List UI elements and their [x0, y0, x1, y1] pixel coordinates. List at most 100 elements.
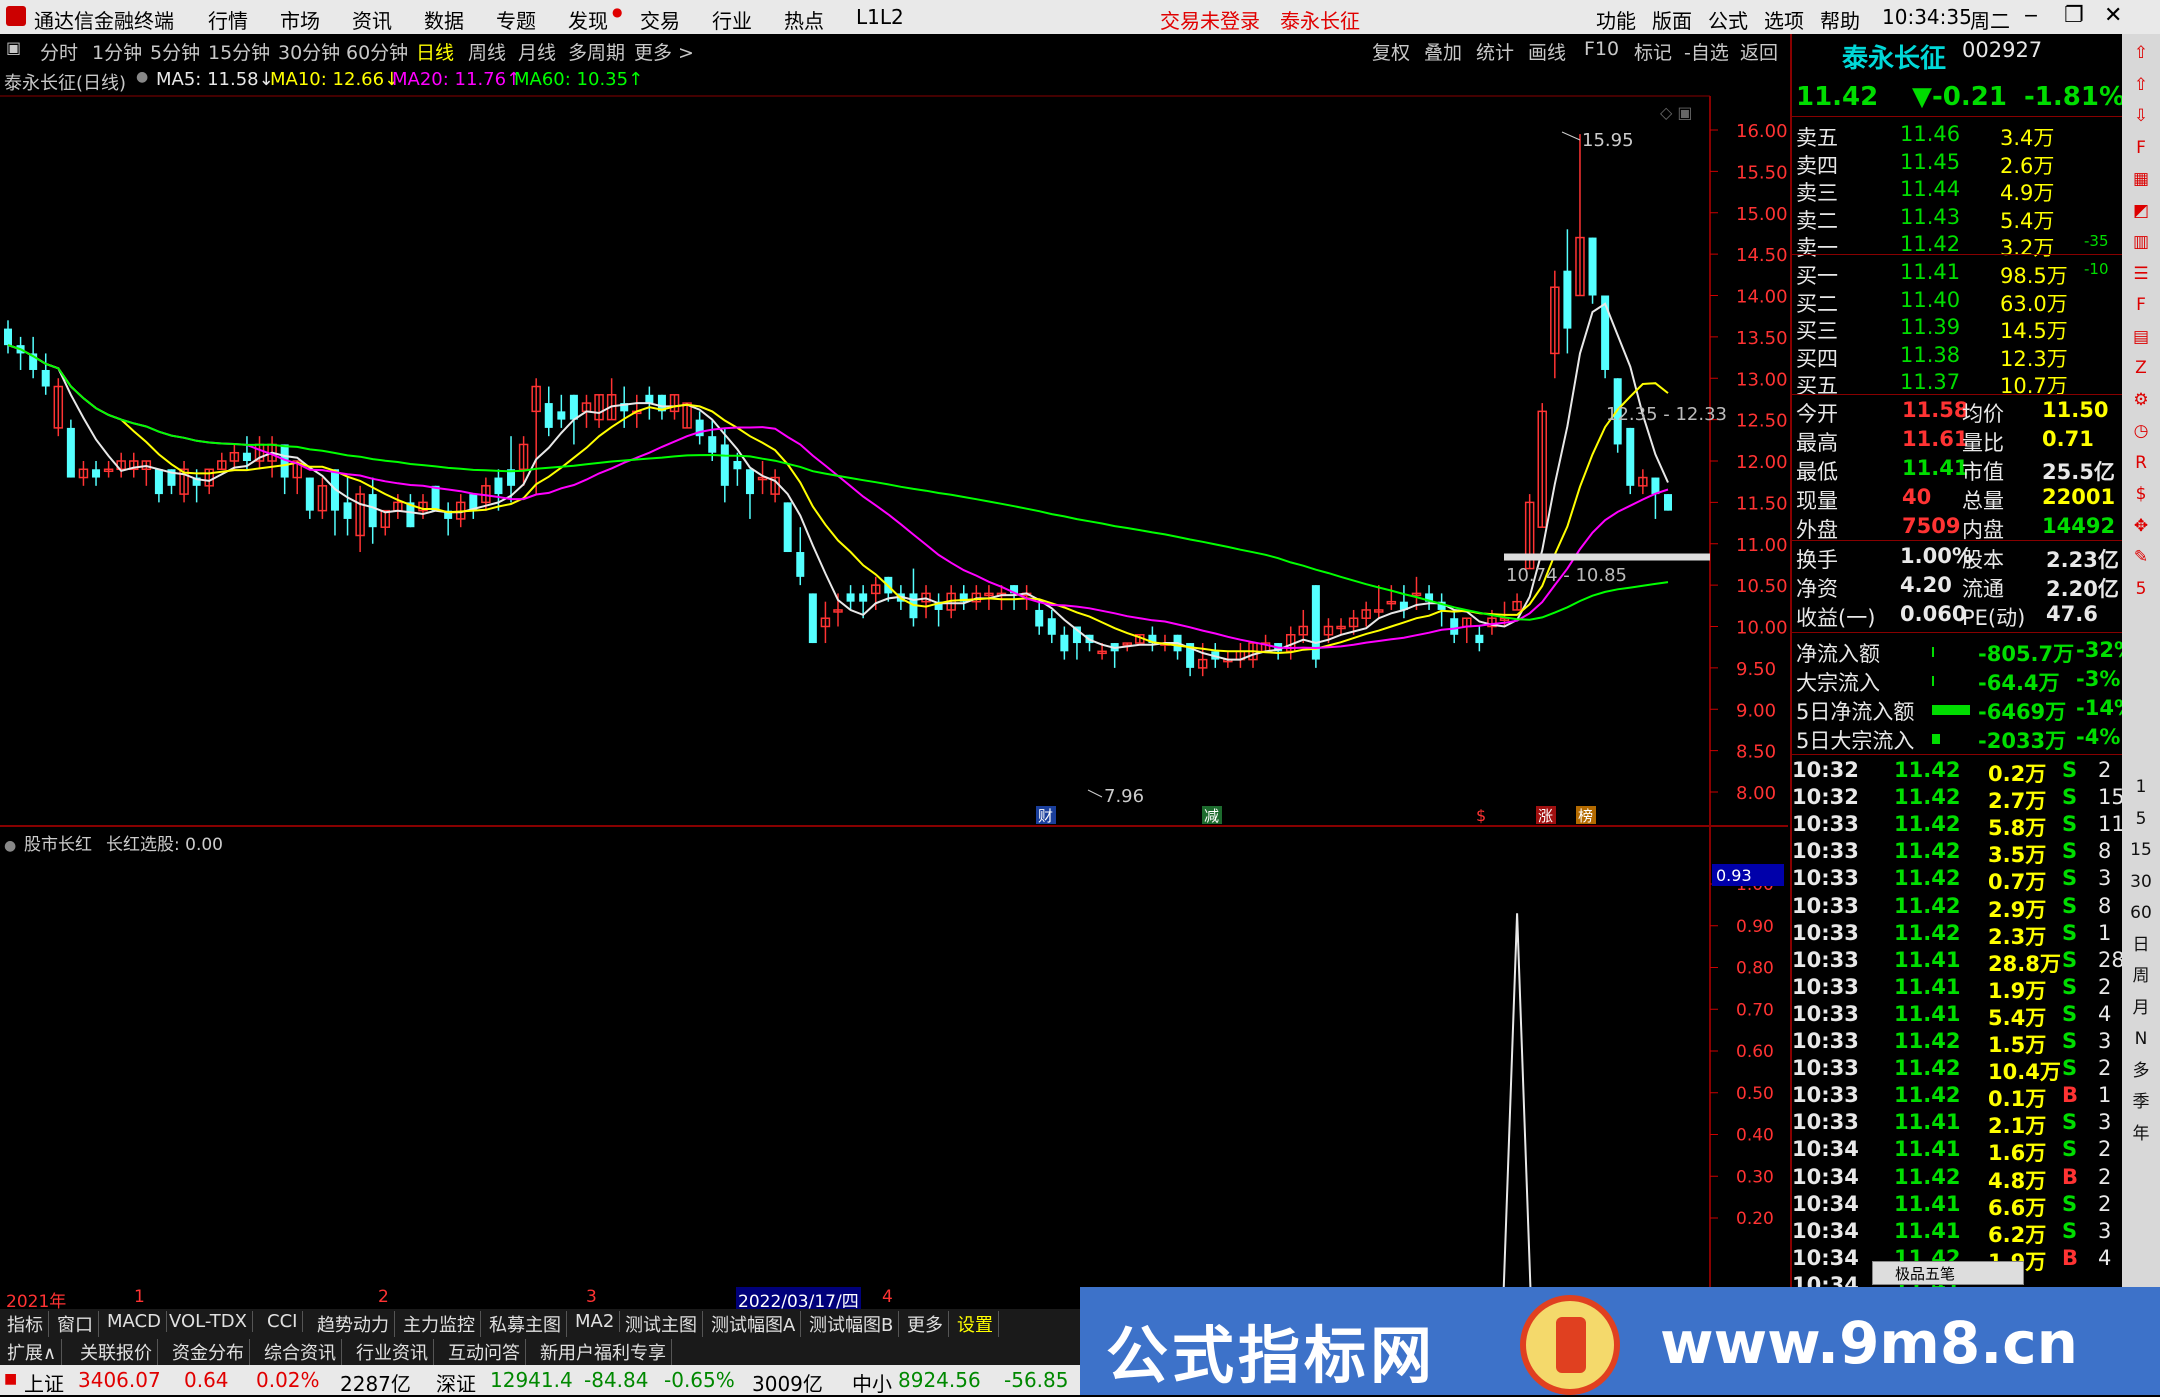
tool-button[interactable]: 统计 — [1476, 38, 1514, 65]
tool-button[interactable]: 复权 — [1372, 38, 1410, 65]
tool-button[interactable]: F10 — [1584, 38, 1619, 60]
indicator-tab[interactable]: 主力监控 — [398, 1311, 481, 1337]
tool-button[interactable]: 叠加 — [1424, 38, 1462, 65]
menu-item[interactable]: 市场 — [280, 5, 320, 34]
login-notice[interactable]: 交易未登录 — [1160, 5, 1260, 34]
indicator-tab[interactable]: 窗口 — [52, 1311, 99, 1337]
dollar-icon[interactable]: $ — [2128, 481, 2154, 507]
bars-icon[interactable]: ▥ — [2128, 229, 2154, 255]
side-period-label[interactable]: 周 — [2128, 963, 2154, 989]
extension-tab[interactable]: 行业资讯 — [351, 1339, 434, 1365]
extension-tab[interactable]: 扩展∧ — [2, 1339, 63, 1365]
indicator-tab[interactable]: CCI — [262, 1311, 304, 1332]
pen-icon[interactable]: ✎ — [2128, 544, 2154, 570]
candlestick-chart[interactable]: 16.00 15.50 15.00 14.50 14.00 13.50 13.00 12.50… — [0, 62, 1788, 1287]
period-more[interactable]: 更多 > — [634, 38, 694, 65]
chart-icon[interactable]: ◩ — [2128, 198, 2154, 224]
indicator-tab[interactable]: MACD — [102, 1311, 167, 1332]
sh-label[interactable]: 上证 — [24, 1368, 64, 1397]
zx-label[interactable]: 中小 — [852, 1368, 892, 1397]
period-tab[interactable]: 5分钟 — [150, 38, 200, 65]
tool-button[interactable]: 标记 — [1634, 38, 1672, 65]
period-tab[interactable]: 60分钟 — [346, 38, 408, 65]
menu-item[interactable]: 发现 — [568, 5, 608, 34]
menu-item[interactable]: 选项 — [1764, 5, 1804, 34]
side-period-label[interactable]: 日 — [2128, 932, 2154, 958]
indicator-tab[interactable]: 趋势动力 — [312, 1311, 395, 1337]
tool-button[interactable]: 画线 — [1528, 38, 1566, 65]
menu-item[interactable]: 帮助 — [1820, 5, 1860, 34]
event-marker-dollar[interactable]: $ — [1476, 806, 1486, 825]
table-icon[interactable]: ▤ — [2128, 324, 2154, 350]
extension-tab[interactable]: 综合资讯 — [259, 1339, 342, 1365]
menu-item[interactable]: 版面 — [1652, 5, 1692, 34]
toggle-icon[interactable]: ▣ — [6, 38, 21, 57]
side-period-label[interactable]: 15 — [2128, 837, 2154, 863]
extension-tab[interactable]: 新用户福利专享 — [535, 1339, 672, 1365]
side-period-label[interactable]: 月 — [2128, 995, 2154, 1021]
menu-item[interactable]: 资讯 — [352, 5, 392, 34]
chart-resize-icon[interactable]: ◇ ▣ — [1660, 103, 1693, 122]
restore-icon[interactable]: ❐ — [2064, 3, 2084, 28]
down-arrow[interactable]: ⇩ — [2128, 103, 2154, 129]
high-annotation: 15.95 — [1561, 130, 1634, 151]
move-icon[interactable]: ✥ — [2128, 513, 2154, 539]
period-tab-active[interactable]: 日线 — [416, 38, 454, 65]
period-tab[interactable]: 15分钟 — [208, 38, 270, 65]
side-period-label[interactable]: 1 — [2128, 774, 2154, 800]
gear-icon[interactable]: ⚙ — [2128, 387, 2154, 413]
ime-toolbar[interactable]: 极品五笔 — [1872, 1261, 2024, 1285]
extension-tab[interactable]: 互动问答 — [443, 1339, 526, 1365]
indicator-tab[interactable]: 测试幅图A — [706, 1311, 802, 1337]
menu-item[interactable]: 专题 — [496, 5, 536, 34]
side-period-label[interactable]: 30 — [2128, 869, 2154, 895]
extension-tab[interactable]: 关联报价 — [75, 1339, 158, 1365]
f10-icon[interactable]: F — [2128, 135, 2154, 161]
period-tab[interactable]: 周线 — [468, 38, 506, 65]
side-period-label[interactable]: 季 — [2128, 1089, 2154, 1115]
up-arrow[interactable]: ⇧ — [2128, 40, 2154, 66]
menu-item[interactable]: 交易 — [640, 5, 680, 34]
period-tab[interactable]: 1分钟 — [92, 38, 142, 65]
rsi-icon[interactable]: R — [2128, 450, 2154, 476]
menu-item[interactable]: 热点 — [784, 5, 824, 34]
up-arrow[interactable]: ⇧ — [2128, 72, 2154, 98]
indicator-tab[interactable]: 测试主图 — [620, 1311, 703, 1337]
fin-icon[interactable]: F — [2128, 292, 2154, 318]
indicator-tab[interactable]: 指标 — [2, 1311, 49, 1337]
fz-icon[interactable]: Z — [2128, 355, 2154, 381]
f5-icon[interactable]: 5 — [2128, 576, 2154, 602]
indicator-tab[interactable]: VOL-TDX — [164, 1311, 253, 1332]
period-tab[interactable]: 月线 — [518, 38, 556, 65]
period-tab[interactable]: 多周期 — [568, 38, 625, 65]
extension-tab[interactable]: 资金分布 — [167, 1339, 250, 1365]
menu-item[interactable]: 公式 — [1708, 5, 1748, 34]
side-period-label[interactable]: 60 — [2128, 900, 2154, 926]
indicator-tab[interactable]: 设置 — [952, 1311, 999, 1337]
menu-item[interactable]: 行情 — [208, 5, 248, 34]
close-icon[interactable]: ✕ — [2104, 3, 2122, 28]
list-icon[interactable]: ☰ — [2128, 261, 2154, 287]
side-period-label[interactable]: 多 — [2128, 1058, 2154, 1084]
indicator-tab[interactable]: 测试幅图B — [804, 1311, 900, 1337]
clock-icon[interactable]: ◷ — [2128, 418, 2154, 444]
period-tab[interactable]: 30分钟 — [278, 38, 340, 65]
tick-count: 4 — [2098, 1245, 2112, 1270]
tool-button[interactable]: -自选 — [1684, 38, 1729, 65]
side-period-label[interactable]: 5 — [2128, 806, 2154, 832]
indicator-tab[interactable]: 更多 — [902, 1311, 949, 1337]
side-period-label[interactable]: N — [2128, 1026, 2154, 1052]
indicator-tab[interactable]: 私募主图 — [484, 1311, 567, 1337]
indicator-tab[interactable]: MA2 — [570, 1311, 621, 1332]
menu-item[interactable]: 行业 — [712, 5, 752, 34]
indicator-settings-icon[interactable]: ● — [4, 838, 16, 854]
grid-icon[interactable]: ▦ — [2128, 166, 2154, 192]
side-period-label[interactable]: 年 — [2128, 1121, 2154, 1147]
menu-item[interactable]: L1L2 — [856, 5, 904, 29]
minimize-icon[interactable]: ‒ — [2024, 3, 2038, 28]
menu-item[interactable]: 功能 — [1596, 5, 1636, 34]
tool-button[interactable]: 返回 — [1740, 38, 1778, 65]
menu-item[interactable]: 数据 — [424, 5, 464, 34]
period-tab[interactable]: 分时 — [40, 38, 78, 65]
sz-label[interactable]: 深证 — [436, 1368, 476, 1397]
